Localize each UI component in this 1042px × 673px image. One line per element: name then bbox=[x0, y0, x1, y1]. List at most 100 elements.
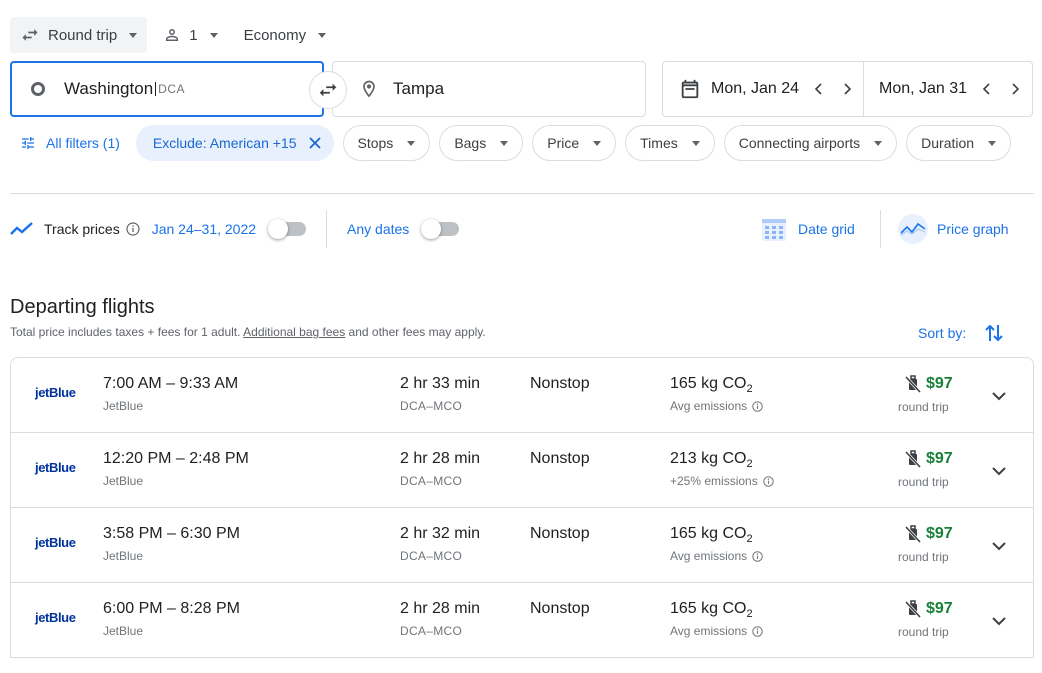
co2-subscript: 2 bbox=[746, 458, 753, 471]
close-icon[interactable] bbox=[308, 137, 321, 149]
emissions-label: Avg emissions bbox=[670, 549, 748, 563]
flight-row[interactable]: jetBlue 7:00 AM – 9:33 AM JetBlue 2 hr 3… bbox=[11, 358, 1033, 433]
origin-code: DCA bbox=[155, 82, 185, 96]
all-filters-button[interactable]: All filters (1) bbox=[10, 135, 130, 151]
origin-value: Washington bbox=[64, 79, 154, 98]
any-dates-label: Any dates bbox=[347, 221, 410, 237]
co2-amount: 165 kg CO2 bbox=[670, 375, 753, 395]
trip-type-select[interactable]: Round trip bbox=[10, 17, 148, 53]
trending-line-icon bbox=[10, 221, 34, 237]
flight-price: $97 bbox=[903, 374, 953, 394]
depart-date-field[interactable]: Mon, Jan 24 bbox=[663, 62, 863, 116]
vertical-divider bbox=[326, 210, 328, 248]
price-value: $97 bbox=[926, 450, 953, 467]
chip-label: Bags bbox=[454, 135, 487, 151]
price-type: round trip bbox=[898, 625, 949, 639]
flight-row[interactable]: jetBlue 3:58 PM – 6:30 PM JetBlue 2 hr 3… bbox=[11, 508, 1033, 583]
any-dates-toggle[interactable] bbox=[421, 219, 460, 239]
flight-row[interactable]: jetBlue 6:00 PM – 8:28 PM JetBlue 2 hr 2… bbox=[11, 583, 1033, 658]
airline-name: JetBlue bbox=[103, 399, 144, 413]
price-type: round trip bbox=[898, 400, 949, 414]
emissions-info: Avg emissions bbox=[670, 624, 763, 638]
subtitle-text: Total price includes taxes + fees for 1 … bbox=[10, 325, 244, 339]
flight-duration: 2 hr 32 min bbox=[400, 525, 481, 542]
co2-text: 165 kg CO bbox=[670, 525, 747, 542]
chip-label: Duration bbox=[921, 135, 975, 151]
departing-flights-title: Departing flights bbox=[10, 296, 155, 318]
price-graph-button[interactable]: Price graph bbox=[897, 212, 1009, 246]
expand-chevron-icon[interactable] bbox=[987, 609, 1011, 633]
airline-logo: jetBlue bbox=[35, 460, 76, 475]
price-value: $97 bbox=[926, 375, 953, 392]
flight-duration: 2 hr 28 min bbox=[400, 450, 481, 467]
swap-icon bbox=[319, 83, 337, 97]
co2-text: 213 kg CO bbox=[670, 450, 747, 467]
no-carry-on-bag-icon bbox=[903, 449, 923, 469]
track-date-range: Jan 24–31, 2022 bbox=[151, 221, 257, 237]
departing-flights-subtitle: Total price includes taxes + fees for 1 … bbox=[10, 325, 486, 339]
destination-value: Tampa bbox=[393, 79, 445, 98]
info-icon[interactable] bbox=[126, 222, 140, 236]
chevron-down-icon bbox=[318, 32, 327, 38]
co2-text: 165 kg CO bbox=[670, 375, 747, 392]
bags-filter-chip[interactable]: Bags bbox=[439, 125, 524, 161]
trip-options-bar: Round trip 1 Economy bbox=[10, 17, 336, 53]
exclude-airlines-chip[interactable]: Exclude: American +15 bbox=[135, 125, 334, 161]
info-icon[interactable] bbox=[752, 625, 763, 637]
chip-label: Stops bbox=[357, 135, 394, 151]
connecting-airports-filter-chip[interactable]: Connecting airports bbox=[723, 125, 898, 161]
chevron-down-icon bbox=[500, 140, 509, 146]
chevron-right-icon[interactable] bbox=[1001, 75, 1029, 103]
track-prices-label: Track prices bbox=[44, 221, 120, 237]
passengers-select[interactable]: 1 bbox=[153, 17, 227, 53]
duration-filter-chip[interactable]: Duration bbox=[906, 125, 1012, 161]
airline-name: JetBlue bbox=[103, 549, 144, 563]
flight-price: $97 bbox=[903, 449, 953, 469]
price-filter-chip[interactable]: Price bbox=[532, 125, 617, 161]
chip-label: Connecting airports bbox=[738, 135, 861, 151]
chevron-down-icon bbox=[874, 140, 883, 146]
flight-list: jetBlue 7:00 AM – 9:33 AM JetBlue 2 hr 3… bbox=[10, 357, 1034, 658]
flight-route: DCA–MCO bbox=[400, 474, 463, 488]
destination-input[interactable]: Tampa bbox=[332, 61, 646, 117]
chevron-left-icon[interactable] bbox=[973, 75, 1001, 103]
emissions-label: Avg emissions bbox=[670, 399, 748, 413]
location-pin-icon bbox=[359, 79, 379, 99]
info-icon[interactable] bbox=[752, 550, 763, 562]
emissions-info: Avg emissions bbox=[670, 549, 763, 563]
times-filter-chip[interactable]: Times bbox=[625, 125, 715, 161]
chevron-right-icon[interactable] bbox=[833, 75, 861, 103]
expand-chevron-icon[interactable] bbox=[987, 534, 1011, 558]
date-grid-label: Date grid bbox=[798, 221, 855, 237]
price-type: round trip bbox=[898, 550, 949, 564]
all-filters-label: All filters (1) bbox=[46, 135, 120, 151]
cabin-class-select[interactable]: Economy bbox=[234, 17, 337, 53]
chevron-down-icon bbox=[129, 32, 138, 38]
price-graph-label: Price graph bbox=[937, 221, 1009, 237]
expand-chevron-icon[interactable] bbox=[987, 459, 1011, 483]
date-grid-button[interactable]: Date grid bbox=[760, 212, 855, 246]
info-icon[interactable] bbox=[752, 400, 763, 412]
stops-filter-chip[interactable]: Stops bbox=[342, 125, 431, 161]
emissions-label: +25% emissions bbox=[670, 474, 758, 488]
chevron-down-icon bbox=[691, 140, 700, 146]
expand-chevron-icon[interactable] bbox=[987, 384, 1011, 408]
bag-fees-link[interactable]: Additional bag fees bbox=[243, 325, 345, 339]
return-date-value: Mon, Jan 31 bbox=[879, 80, 968, 97]
sort-arrows-icon bbox=[984, 322, 1004, 344]
no-carry-on-bag-icon bbox=[903, 374, 923, 394]
emissions-label: Avg emissions bbox=[670, 624, 748, 638]
swap-locations-button[interactable] bbox=[309, 71, 347, 109]
passengers-count: 1 bbox=[189, 26, 198, 44]
chevron-left-icon[interactable] bbox=[805, 75, 833, 103]
exclude-chip-label: Exclude: American +15 bbox=[152, 135, 297, 151]
origin-circle-icon bbox=[30, 81, 46, 97]
track-prices-toggle[interactable] bbox=[268, 219, 307, 239]
flight-row[interactable]: jetBlue 12:20 PM – 2:48 PM JetBlue 2 hr … bbox=[11, 433, 1033, 508]
origin-input[interactable]: Washington DCA bbox=[10, 61, 324, 117]
info-icon[interactable] bbox=[762, 475, 774, 487]
flight-price: $97 bbox=[903, 599, 953, 619]
return-date-field[interactable]: Mon, Jan 31 bbox=[864, 62, 1029, 116]
calendar-icon bbox=[679, 78, 701, 100]
sort-by-button[interactable]: Sort by: bbox=[918, 322, 1004, 344]
